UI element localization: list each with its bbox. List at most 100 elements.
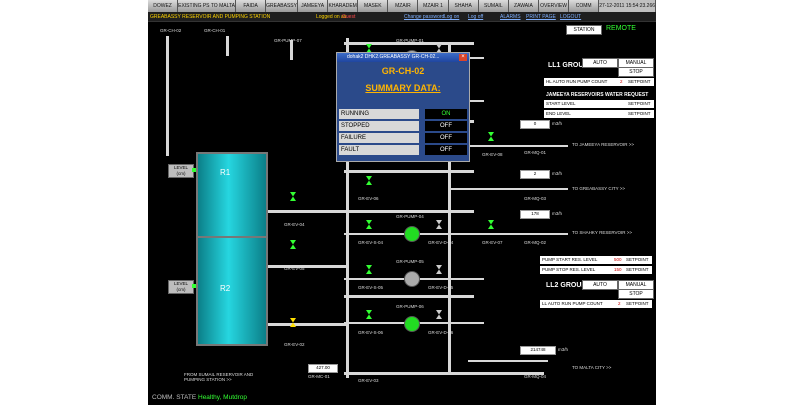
ll2-auto-button[interactable]: AUTO	[582, 280, 618, 290]
tag-gr-ev-03: GR-EV-03	[358, 378, 379, 383]
nav-tab[interactable]: KHARADEM	[328, 0, 359, 12]
datetime-display: 27-12-2011 15:54:23.266	[599, 0, 656, 12]
tag-gr-ev-04: GR-EV-04	[284, 222, 305, 227]
popup-titlebar[interactable]: dohak2 DHK2.GREABASSY GR-CH-02... ×	[337, 53, 469, 62]
start-level-setpoint: SETPOINT	[628, 101, 651, 106]
level-button-r1[interactable]: LEVEL (cm)	[168, 164, 194, 178]
valve-icon[interactable]	[290, 318, 296, 327]
tag-gr-mq-03: GR-MQ-03	[524, 196, 547, 201]
nav-tab[interactable]: EXISTING PS TO MALTA	[178, 0, 236, 12]
nav-tab[interactable]: MASEK	[358, 0, 389, 12]
ll2-pump-count-label: LL AUTO RUN PUMP COUNT	[542, 301, 603, 306]
close-icon[interactable]: ×	[459, 54, 467, 61]
ll2-setpoint-label: SETPOINT	[626, 301, 649, 306]
ll2-pump-count-row: LL AUTO RUN PUMP COUNT 2 SETPOINT	[540, 300, 652, 308]
pump-start-level-value: 500	[614, 257, 622, 262]
flow-unit: m3/h	[552, 121, 563, 126]
tag-ev06: GR-EV-06	[358, 196, 379, 201]
level-button-r2[interactable]: LEVEL (cm)	[168, 280, 194, 294]
flow-value-4: 214748	[520, 346, 556, 355]
summary-row-value: OFF	[425, 133, 467, 143]
nav-tab[interactable]: SHAHA	[448, 0, 479, 12]
tag-gr-pump-07: GR-PUMP-07	[274, 38, 302, 43]
valve-icon[interactable]	[290, 240, 296, 249]
end-level-setpoint: SETPOINT	[628, 111, 651, 116]
summary-popup-window[interactable]: dohak2 DHK2.GREABASSY GR-CH-02... × GR-C…	[336, 52, 470, 162]
nav-tab[interactable]: JAMEEYA	[297, 0, 329, 12]
tag-ev08: GR-EV-08	[482, 152, 503, 157]
popup-window-title: dohak2 DHK2.GREABASSY GR-CH-02...	[347, 54, 440, 60]
destination-jameeya: TO JAMEEYA RESERVOIR >>	[572, 142, 635, 147]
scada-screen: DOWEZ EXISTING PS TO MALTA FAIDA GREABASSY J…	[148, 0, 656, 405]
fan-pump-icon[interactable]	[404, 316, 420, 332]
tag-gr-mq-02: GR-MQ-02	[524, 240, 547, 245]
nav-tab[interactable]: SUMAIL	[478, 0, 509, 12]
valve-icon[interactable]	[436, 310, 442, 319]
fan-pump-icon[interactable]	[404, 226, 420, 242]
tag-evd05: GR-EV-D-05	[428, 285, 454, 290]
comm-state-label: COMM. STATE	[152, 394, 197, 401]
valve-icon[interactable]	[366, 176, 372, 185]
log-on-link[interactable]: Log on	[444, 14, 459, 20]
logout-link[interactable]: LOGOUT	[560, 14, 581, 20]
ll1-pump-count-label: HL AUTO RUN PUMP COUNT	[546, 79, 608, 84]
flow-value-mc01: 427.00	[308, 364, 338, 373]
flow-value-2: 2	[520, 170, 550, 179]
valve-icon[interactable]	[488, 220, 494, 229]
summary-row-value: OFF	[425, 121, 467, 131]
summary-row-label: FAULT	[339, 145, 419, 155]
print-page-link[interactable]: PRINT PAGE	[526, 14, 556, 20]
user-name: Guest	[342, 14, 356, 20]
ll1-pump-count: 2	[620, 79, 623, 84]
tag-evd04: GR-EV-D-04	[428, 240, 454, 245]
valve-icon[interactable]	[436, 265, 442, 274]
pipe	[344, 372, 544, 375]
ll2-pump-count: 2	[618, 301, 621, 306]
station-button[interactable]: STATION	[566, 25, 602, 35]
flow-unit: m3/h	[558, 347, 569, 352]
nav-tab[interactable]: MZAIR	[388, 0, 419, 12]
summary-row-label: RUNNING	[339, 109, 419, 119]
flow-value-3: 178	[520, 210, 550, 219]
summary-row-value: OFF	[425, 145, 467, 155]
tag-gr-mq-01: GR-MQ-01	[524, 150, 547, 155]
nav-tab[interactable]: MZAIR 1	[418, 0, 449, 12]
destination-shahky: TO SHAHKY RESERVOIR >>	[572, 230, 633, 235]
nav-tab[interactable]: ZAWAIA	[508, 0, 539, 12]
nav-tab[interactable]: GREABASSY	[266, 0, 298, 12]
valve-icon[interactable]	[366, 265, 372, 274]
nav-tab[interactable]: DOWEZ	[148, 0, 179, 12]
nav-tab[interactable]: FAIDA	[236, 0, 267, 12]
change-password-link[interactable]: Change password	[404, 14, 444, 20]
pump-stop-level-row: PUMP STOP RES. LEVEL 150 SETPOINT	[540, 266, 652, 274]
start-level-row: START LEVEL SETPOINT	[544, 100, 654, 108]
tag-gr-ev-05: GR-EV-05	[284, 266, 305, 271]
ll1-setpoint-label: SETPOINT	[628, 79, 651, 84]
pipe	[344, 170, 474, 173]
tag-evs04: GR-EV-S-04	[358, 240, 384, 245]
valve-icon[interactable]	[366, 310, 372, 319]
tag-pump04: GR-PUMP-04	[396, 214, 424, 219]
log-off-link[interactable]: Log off	[468, 14, 483, 20]
destination-malta: TO MALTA CITY >>	[572, 365, 612, 370]
ll1-auto-button[interactable]: AUTO	[582, 58, 618, 68]
pump-stop-setpoint: SETPOINT	[626, 267, 649, 272]
valve-icon[interactable]	[488, 132, 494, 141]
valve-icon[interactable]	[436, 220, 442, 229]
alarms-link[interactable]: ALARMS	[500, 14, 521, 20]
end-level-label: END LEVEL	[546, 111, 571, 116]
end-level-row: END LEVEL SETPOINT	[544, 110, 654, 118]
reservoir-tank-r2	[196, 236, 268, 346]
nav-tab[interactable]: COMM	[569, 0, 600, 12]
station-nav: DOWEZ EXISTING PS TO MALTA FAIDA GREABASSY J…	[148, 0, 656, 12]
pump-icon[interactable]	[404, 271, 420, 287]
tag-gr-ev-02: GR-EV-02	[284, 342, 305, 347]
nav-tab[interactable]: OVERVIEW	[538, 0, 570, 12]
summary-row-label: STOPPED	[339, 121, 419, 131]
ll1-stop-state: STOP	[618, 67, 654, 77]
tag-ev07: GR-EV-07	[482, 240, 503, 245]
valve-icon[interactable]	[366, 220, 372, 229]
comm-state-value: Healthy, Mutdrop	[198, 394, 248, 401]
valve-icon[interactable]	[290, 192, 296, 201]
tank-label-r2: R2	[220, 284, 231, 293]
